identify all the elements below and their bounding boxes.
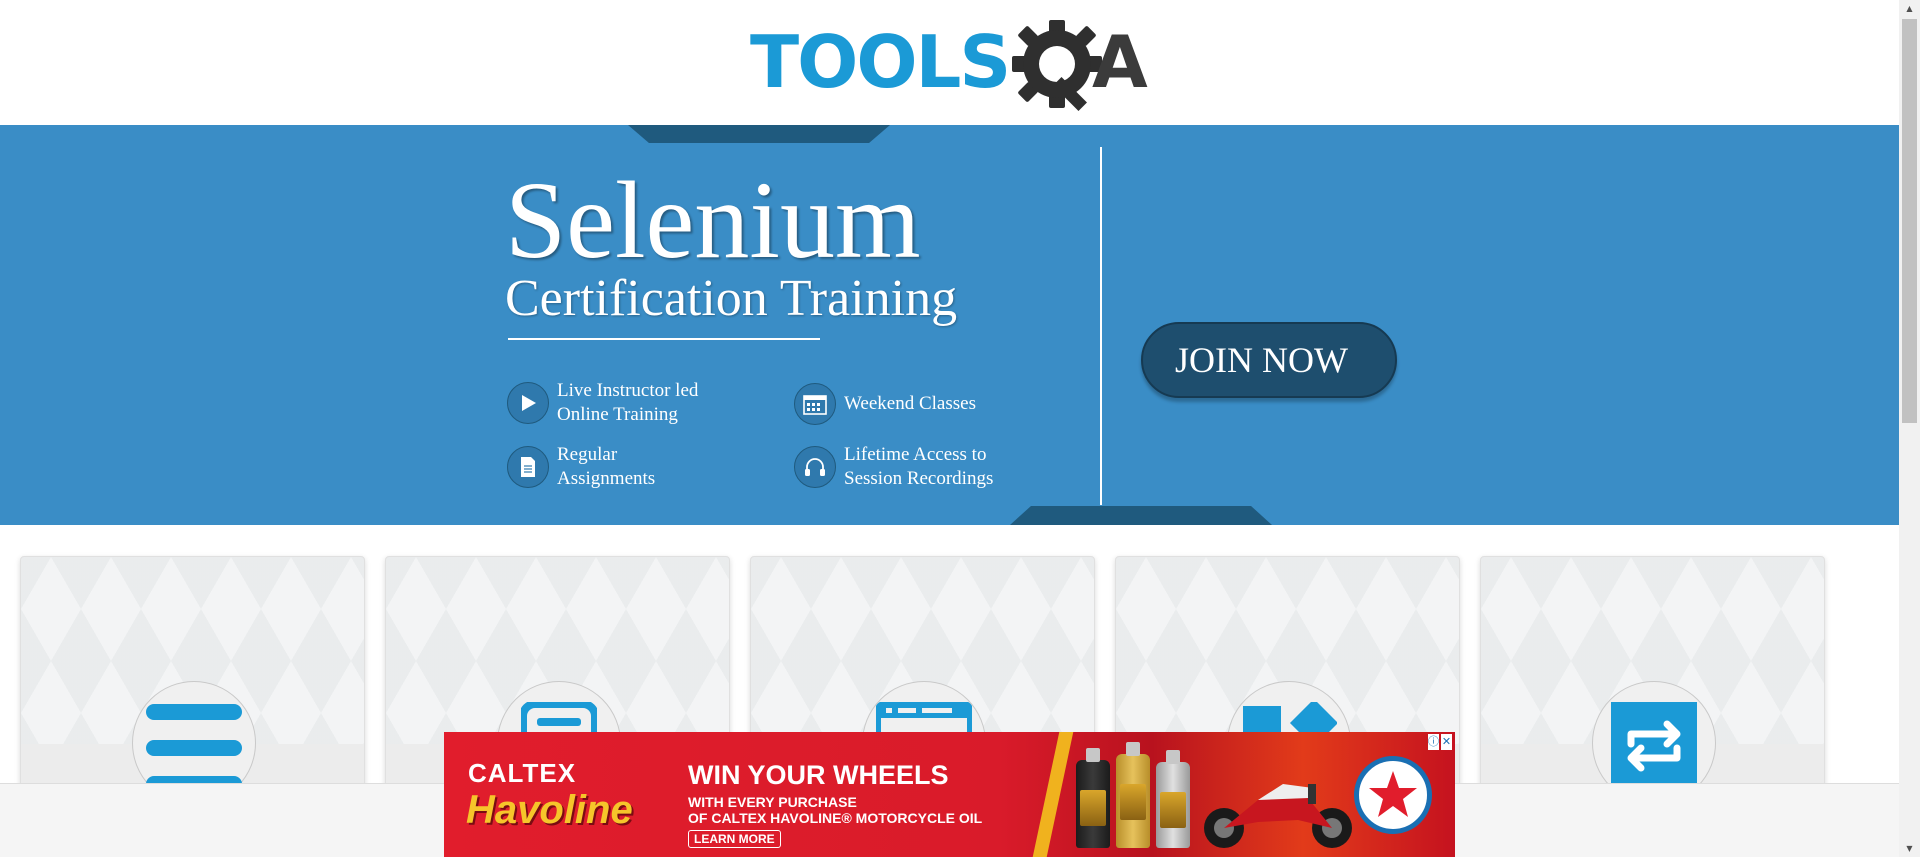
banner-subtitle: Certification Training bbox=[505, 270, 958, 327]
ad-learn-more-button[interactable]: LEARN MORE bbox=[688, 830, 781, 848]
ad-info-icon[interactable]: ⓘ bbox=[1428, 734, 1439, 750]
certification-banner[interactable]: Selenium Certification Training Live Ins… bbox=[0, 125, 1899, 525]
banner-title: Selenium bbox=[505, 159, 921, 281]
document-icon bbox=[507, 446, 549, 488]
feature-line: Lifetime Access to bbox=[844, 444, 987, 465]
join-now-button[interactable]: JOIN NOW bbox=[1141, 322, 1397, 398]
feature-lifetime-access: Lifetime Access to Session Recordings bbox=[794, 443, 993, 491]
motorcycle-image bbox=[1204, 784, 1352, 848]
gear-magnifier-icon bbox=[1012, 20, 1102, 111]
headphones-icon bbox=[794, 446, 836, 488]
feature-line: Session Recordings bbox=[844, 468, 994, 489]
star-icon bbox=[1369, 771, 1417, 817]
scroll-down-arrow-icon[interactable]: ▼ bbox=[1899, 840, 1920, 857]
feature-line: Online Training bbox=[557, 404, 678, 425]
scroll-up-arrow-icon[interactable]: ▲ bbox=[1899, 0, 1920, 17]
caltex-advertisement[interactable]: CALTEX Havoline WIN YOUR WHEELS WITH EVE… bbox=[444, 732, 1455, 857]
banner-divider bbox=[1100, 147, 1102, 505]
banner-tab-bottom bbox=[1010, 506, 1272, 525]
ad-subline: OF CALTEX HAVOLINE® MOTORCYCLE OIL bbox=[688, 810, 983, 826]
calendar-icon bbox=[794, 383, 836, 425]
oil-bottle-image bbox=[1156, 750, 1190, 848]
ad-stripe bbox=[1032, 732, 1074, 857]
feature-line: Assignments bbox=[557, 468, 656, 489]
logo-letter: A bbox=[1092, 20, 1148, 104]
title-underline bbox=[508, 338, 820, 340]
logo-text: TOOLS bbox=[750, 20, 1011, 104]
feature-text: Regular Assignments bbox=[557, 443, 655, 491]
oil-bottle-image bbox=[1116, 742, 1150, 848]
ad-subline: WITH EVERY PURCHASE bbox=[688, 794, 857, 810]
feature-weekend-classes: Weekend Classes bbox=[794, 383, 976, 425]
oil-bottle-image bbox=[1076, 748, 1110, 848]
feature-live-training: Live Instructor led Online Training bbox=[507, 379, 698, 427]
ad-brand: CALTEX bbox=[468, 758, 577, 788]
toolsqa-logo[interactable]: TOOLS A bbox=[750, 18, 1154, 113]
category-card-elements[interactable] bbox=[20, 556, 365, 816]
feature-line: Live Instructor led bbox=[557, 380, 699, 401]
feature-text: Live Instructor led Online Training bbox=[557, 379, 698, 427]
vertical-scrollbar[interactable]: ▲ ▼ bbox=[1899, 0, 1920, 857]
site-header: TOOLS A bbox=[0, 0, 1899, 125]
ad-product: Havoline bbox=[466, 788, 633, 832]
play-icon bbox=[507, 382, 549, 424]
ad-close-icon[interactable]: ✕ bbox=[1441, 734, 1452, 750]
interactions-icon bbox=[1611, 702, 1697, 788]
ad-headline: WIN YOUR WHEELS bbox=[688, 760, 949, 790]
feature-assignments: Regular Assignments bbox=[507, 443, 655, 491]
scroll-thumb[interactable] bbox=[1902, 19, 1917, 423]
banner-tab-top bbox=[628, 125, 890, 143]
feature-line: Regular bbox=[557, 444, 618, 465]
ad-controls: ⓘ ✕ bbox=[1428, 734, 1452, 752]
feature-text: Weekend Classes bbox=[844, 393, 976, 414]
category-card-interactions[interactable] bbox=[1480, 556, 1825, 816]
caltex-star-logo bbox=[1354, 756, 1432, 834]
feature-text: Lifetime Access to Session Recordings bbox=[844, 443, 993, 491]
